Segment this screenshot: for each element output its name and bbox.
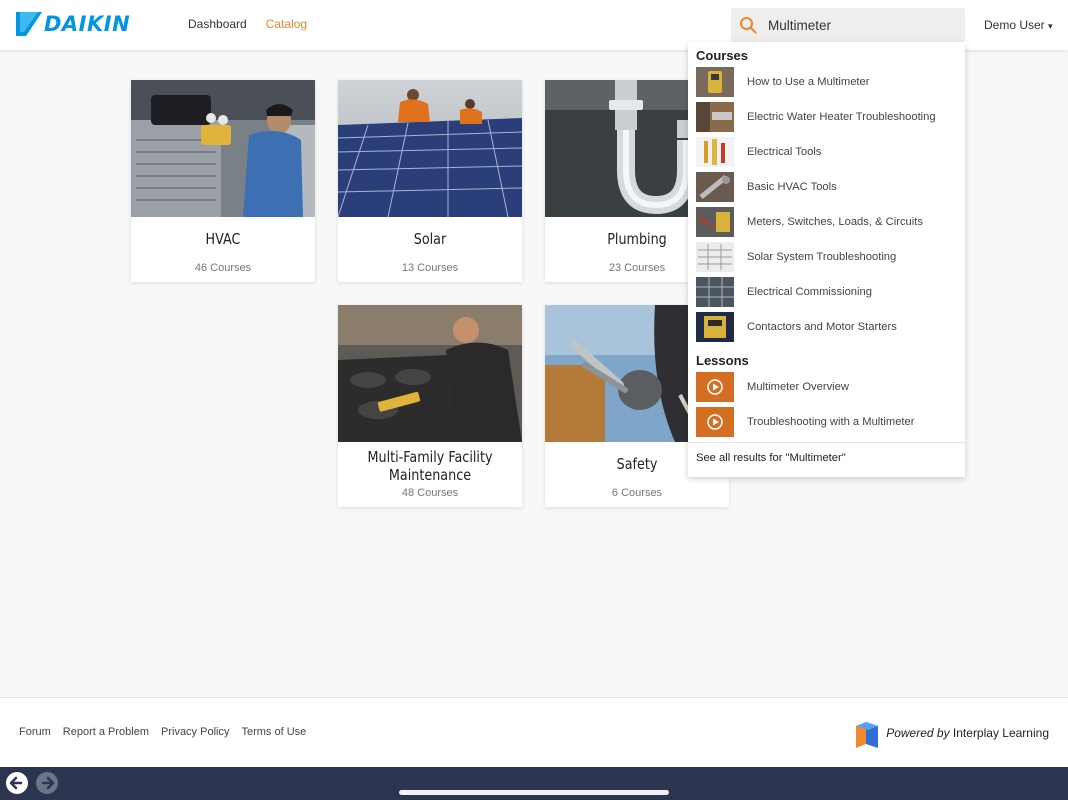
result-label: Electrical Tools (747, 145, 822, 158)
lessons-heading: Lessons (696, 353, 749, 368)
brand-name: DAIKIN (44, 12, 131, 36)
result-course-item[interactable]: Electric Water Heater Troubleshooting (696, 100, 958, 133)
course-thumbnail (696, 136, 734, 167)
powered-by[interactable]: Powered by Interplay Learning (856, 718, 1049, 748)
solar-image (338, 80, 522, 217)
result-label: How to Use a Multimeter (747, 75, 870, 88)
home-indicator[interactable] (399, 790, 669, 795)
daikin-logo[interactable]: DAIKIN (16, 11, 130, 37)
nav-catalog[interactable]: Catalog (266, 17, 307, 31)
user-menu[interactable]: Demo User ▾ (984, 18, 1053, 32)
card-course-count: 13 Courses (401, 262, 459, 274)
courses-heading: Courses (696, 48, 749, 63)
footer-link-forum[interactable]: Forum (19, 726, 51, 738)
catalog-card-multi-family[interactable]: Multi-Family Facility Maintenance 48 Cou… (338, 305, 522, 507)
card-title: HVAC (205, 230, 241, 248)
nav-dashboard[interactable]: Dashboard (188, 17, 247, 31)
browser-bottom-bar (0, 767, 1068, 800)
interplay-logo-icon (856, 722, 879, 748)
result-label: Troubleshooting with a Multimeter (747, 415, 915, 428)
result-label: Electrical Commissioning (747, 285, 872, 298)
course-thumbnail (696, 241, 734, 272)
result-label: Multimeter Overview (747, 380, 849, 393)
result-label: Basic HVAC Tools (747, 180, 837, 193)
powered-prefix: Powered by (886, 726, 950, 740)
play-icon (696, 406, 734, 437)
result-label: Electric Water Heater Troubleshooting (747, 110, 936, 123)
catalog-card-hvac[interactable]: HVAC 46 Courses (131, 80, 315, 282)
main-nav: Dashboard Catalog (188, 17, 307, 31)
page-footer: Forum Report a Problem Privacy Policy Te… (0, 697, 1068, 767)
divider (688, 442, 965, 443)
powered-brand: Interplay Learning (952, 726, 1049, 740)
footer-link-report-problem[interactable]: Report a Problem (63, 726, 149, 738)
play-icon (696, 371, 734, 402)
result-label: Solar System Troubleshooting (747, 250, 897, 263)
footer-link-terms[interactable]: Terms of Use (241, 726, 306, 738)
arrow-left-icon (9, 776, 23, 790)
result-course-item[interactable]: Basic HVAC Tools (696, 170, 958, 203)
course-thumbnail (696, 101, 734, 132)
result-course-item[interactable]: How to Use a Multimeter (696, 65, 958, 98)
multi-family-image (338, 305, 522, 442)
course-thumbnail (696, 206, 734, 237)
footer-link-privacy[interactable]: Privacy Policy (161, 726, 229, 738)
search-icon[interactable] (739, 16, 757, 34)
hvac-image (131, 80, 315, 217)
result-label: Contactors and Motor Starters (747, 320, 897, 333)
card-course-count: 6 Courses (611, 487, 663, 499)
result-course-item[interactable]: Electrical Commissioning (696, 275, 958, 308)
chevron-down-icon: ▾ (1048, 21, 1053, 31)
footer-links: Forum Report a Problem Privacy Policy Te… (19, 726, 306, 738)
card-course-count: 48 Courses (401, 487, 459, 499)
card-course-count: 46 Courses (194, 262, 252, 274)
result-course-item[interactable]: Electrical Tools (696, 135, 958, 168)
user-name: Demo User (984, 18, 1045, 32)
search-input[interactable] (768, 8, 958, 42)
card-title: Multi-Family Facility Maintenance (367, 448, 493, 484)
course-thumbnail (696, 311, 734, 342)
forward-button[interactable] (36, 772, 58, 794)
result-lesson-item[interactable]: Troubleshooting with a Multimeter (696, 405, 958, 438)
card-title: Solar (413, 230, 447, 248)
course-thumbnail (696, 66, 734, 97)
result-course-item[interactable]: Meters, Switches, Loads, & Circuits (696, 205, 958, 238)
result-lesson-item[interactable]: Multimeter Overview (696, 370, 958, 403)
search-results-dropdown: Courses How to Use a Multimeter Electric… (688, 42, 965, 477)
back-button[interactable] (6, 772, 28, 794)
course-thumbnail (696, 171, 734, 202)
result-course-item[interactable]: Solar System Troubleshooting (696, 240, 958, 273)
daikin-logo-icon (16, 12, 42, 36)
search-box[interactable] (731, 8, 965, 42)
result-course-item[interactable]: Contactors and Motor Starters (696, 310, 958, 343)
arrow-right-icon (41, 776, 55, 790)
course-thumbnail (696, 276, 734, 307)
see-all-results-link[interactable]: See all results for "Multimeter" (696, 452, 846, 464)
catalog-card-solar[interactable]: Solar 13 Courses (338, 80, 522, 282)
result-label: Meters, Switches, Loads, & Circuits (747, 215, 923, 228)
